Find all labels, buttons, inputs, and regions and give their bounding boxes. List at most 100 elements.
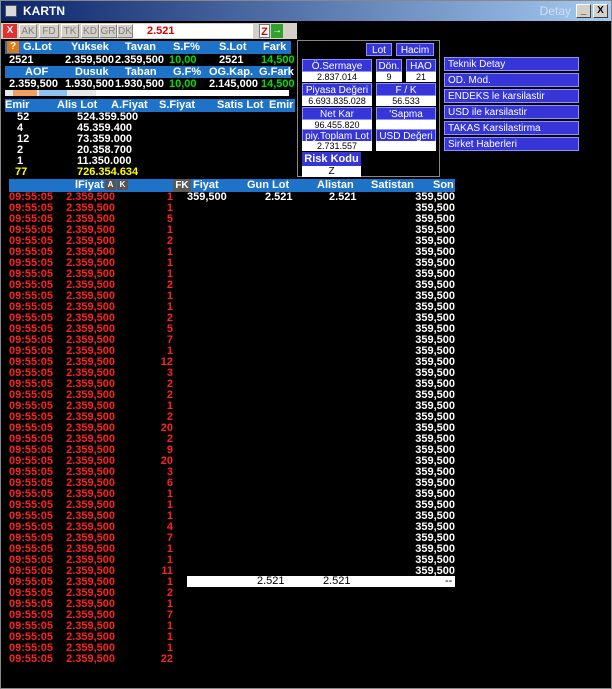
don-label: Dön. <box>376 59 402 72</box>
trade-row: 09:55:05 2.359,500 1 359,500 <box>9 203 455 214</box>
hacim-button[interactable]: Hacim <box>396 43 434 56</box>
help-icon[interactable]: ? <box>7 41 19 53</box>
trade-price: 2.359,500 <box>66 434 115 445</box>
tool-button-ak[interactable]: AK <box>19 24 37 38</box>
trade-price: 2.359,500 <box>66 357 115 368</box>
trade-row: 09:55:05 2.359,500 2 359,500 <box>9 390 455 401</box>
tool-button-fd[interactable]: FD <box>39 24 59 38</box>
fk-value: 56.533 <box>376 96 436 106</box>
value-sf: 10,00 <box>169 54 197 66</box>
trade-price: 2.359,500 <box>66 456 115 467</box>
piyasa-label: Piyasa Değeri <box>302 83 372 96</box>
trade-row: 09:55:05 2.359,500 1 359,500 <box>9 225 455 236</box>
hao-label: HAO <box>406 59 436 72</box>
trade-row: 09:55:05 2.359,500 7 <box>9 610 455 621</box>
tool-button-dk[interactable]: DK <box>117 24 133 38</box>
summary-line-lot: 2.521 <box>257 575 285 587</box>
trades-header-lfiyat: lFiyat <box>75 179 104 191</box>
depth-total-row: 77 726.354.634 <box>1 167 297 178</box>
z-button[interactable]: Z <box>259 24 270 38</box>
trade-price: 2.359,500 <box>66 280 115 291</box>
k-button[interactable]: K <box>117 180 128 190</box>
close-button[interactable]: X <box>593 4 608 18</box>
window-title: KARTN <box>23 4 65 18</box>
go-arrow-icon[interactable]: → <box>271 24 283 38</box>
trade-price: 2.359,500 <box>66 269 115 280</box>
trade-row: 09:55:05 2.359,500 2 359,500 <box>9 236 455 247</box>
tool-button-gr[interactable]: GR <box>99 24 117 38</box>
menu-endeks[interactable]: ENDEKS le karsilastir <box>444 89 579 103</box>
lot-button[interactable]: Lot <box>366 43 392 56</box>
trade-row: 09:55:05 2.359,500 7 359,500 <box>9 533 455 544</box>
summary-values-1: 2521 2.359,500 2.359,500 10,00 2521 14,5… <box>5 54 295 66</box>
trade-price: 2.359,500 <box>66 335 115 346</box>
piyasa-value: 6.693.835.028 <box>302 96 372 106</box>
trade-price: 2.359,500 <box>66 610 115 621</box>
menu-teknik-detay[interactable]: Teknik Detay <box>444 57 579 71</box>
trade-price: 2.359,500 <box>66 346 115 357</box>
trade-fiyat: 359,500 <box>187 191 227 203</box>
a-button[interactable]: A <box>105 180 116 190</box>
trades-header: lFiyat A K FK Fiyat Gun Lot Alistan Sati… <box>9 179 455 192</box>
main-window: KARTN Detay _ X X AK FD TK KD GR DK 2.52… <box>0 0 612 689</box>
value-tavan: 2.359,500 <box>115 54 164 66</box>
trade-row: 09:55:05 2.359,500 2 359,500 <box>9 313 455 324</box>
hao-value: 21 <box>406 72 436 82</box>
trade-row: 09:55:05 2.359,500 9 359,500 <box>9 445 455 456</box>
trade-price: 2.359,500 <box>66 555 115 566</box>
trade-row: 09:55:05 2.359,500 1 359,500 2.521 2.521 359,5… <box>9 192 455 203</box>
depth-row: 12 73.359.000 <box>1 134 297 145</box>
netkar-label: Net Kar <box>302 107 372 120</box>
header-fark: Fark <box>263 41 287 53</box>
trade-row: 09:55:05 2.359,500 1 <box>9 621 455 632</box>
summary-header-1: ? G.Lot Yuksek Tavan S.F% S.Lot Fark <box>5 41 291 54</box>
symbol-input[interactable]: 2.521 <box>133 24 253 38</box>
sermaye-value: 2.837.014 <box>302 72 372 82</box>
trade-price: 2.359,500 <box>66 533 115 544</box>
trade-price: 2.359,500 <box>66 500 115 511</box>
trade-row: 09:55:05 2.359,500 2 <box>9 588 455 599</box>
menu-od-mod[interactable]: OD. Mod. <box>444 73 579 87</box>
trade-row: 09:55:05 2.359,500 1 <box>9 599 455 610</box>
trades-header-satistan: Satistan <box>371 179 414 191</box>
value-fark: 14,500 <box>261 54 295 66</box>
trade-row: 09:55:05 2.359,500 1 359,500 <box>9 489 455 500</box>
trade-price: 2.359,500 <box>66 225 115 236</box>
trade-row: 09:55:05 2.359,500 1 359,500 <box>9 302 455 313</box>
menu-takas[interactable]: TAKAS Karsilastirma <box>444 121 579 135</box>
don-value: 9 <box>376 72 402 82</box>
close-icon[interactable]: X <box>3 24 17 38</box>
app-icon <box>5 5 17 17</box>
trade-price: 2.359,500 <box>66 423 115 434</box>
toolbar: X AK FD TK KD GR DK 2.521 Z → <box>1 23 297 39</box>
trade-price: 2.359,500 <box>66 522 115 533</box>
trade-price: 2.359,500 <box>66 511 115 522</box>
value-aof: 2.359,500 <box>9 78 58 90</box>
value-taban: 1.930,500 <box>115 78 164 90</box>
trade-price: 2.359,500 <box>66 544 115 555</box>
progress-segment-orange <box>13 90 37 96</box>
trade-row: 09:55:05 2.359,500 5 359,500 <box>9 324 455 335</box>
trade-price: 2.359,500 <box>66 599 115 610</box>
trade-row: 09:55:05 2.359,500 1 359,500 <box>9 555 455 566</box>
trade-row: 09:55:05 2.359,500 2 359,500 <box>9 434 455 445</box>
depth-header-satis-lot: Satis Lot <box>217 99 264 111</box>
trade-row: 09:55:05 2.359,500 12 359,500 <box>9 357 455 368</box>
trade-time: 09:55:05 <box>9 653 54 665</box>
depth-header-emir-sell: Emir <box>269 99 294 111</box>
trade-price: 2.359,500 <box>66 467 115 478</box>
value-dusuk: 1.930,500 <box>65 78 114 90</box>
trade-price: 2.359,500 <box>66 214 115 225</box>
header-tavan: Tavan <box>125 41 156 53</box>
minimize-button[interactable]: _ <box>576 4 591 18</box>
summary-line-dash: -- <box>445 575 453 587</box>
trade-price: 2.359,500 <box>66 236 115 247</box>
title-bar: KARTN Detay _ X <box>1 1 611 21</box>
trade-row: 09:55:05 2.359,500 2 359,500 <box>9 412 455 423</box>
tool-button-tk[interactable]: TK <box>61 24 79 38</box>
depth-row: 4 45.359.400 <box>1 123 297 134</box>
menu-usd[interactable]: USD ile karsilastir <box>444 105 579 119</box>
menu-sirket-haberleri[interactable]: Sirket Haberleri <box>444 137 579 151</box>
header-s-lot: S.Lot <box>219 41 247 53</box>
tool-button-kd[interactable]: KD <box>81 24 99 38</box>
